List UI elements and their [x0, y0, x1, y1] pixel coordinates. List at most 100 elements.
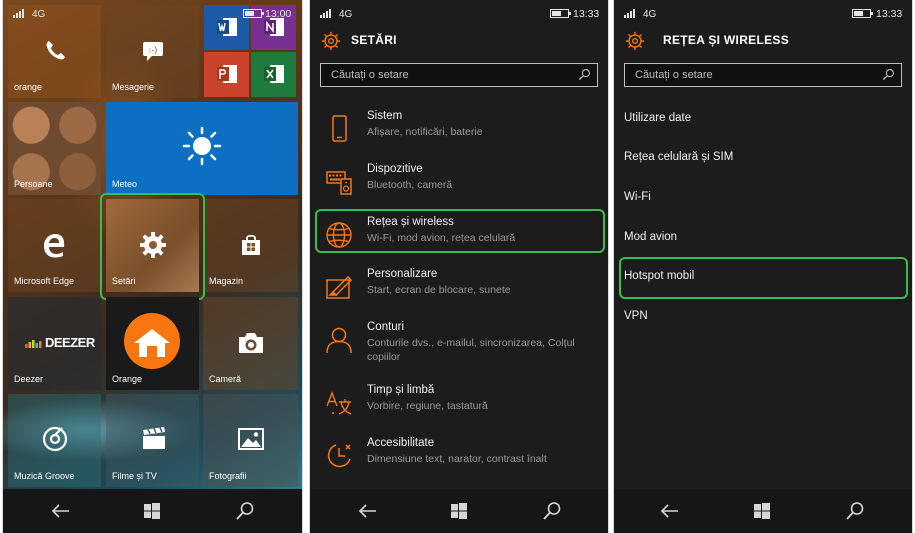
clock: 13:33 [876, 8, 903, 20]
nav-bar [614, 489, 912, 533]
settings-item-desc: Wi-Fi, mod avion, rețea celulară [367, 232, 516, 244]
status-bar: 4G 13:00 [3, 0, 302, 26]
settings-item-title: Conturi [367, 321, 405, 333]
paint-icon [326, 275, 353, 299]
sun-icon [182, 126, 222, 166]
network-item-data-usage[interactable]: Utilizare date [624, 112, 691, 124]
settings-item-title: Sistem [367, 110, 403, 122]
excel-icon [264, 65, 284, 83]
time-language-icon [326, 391, 352, 415]
settings-item-network[interactable]: Rețea și wireless Wi-Fi, mod avion, rețe… [310, 216, 608, 262]
clock: 13:00 [265, 8, 292, 20]
store-bag-icon [242, 234, 260, 255]
settings-item-title: Rețea și wireless [367, 216, 454, 228]
network-item-airplane-mode[interactable]: Mod avion [624, 231, 677, 243]
signal-icon [624, 9, 638, 18]
accessibility-icon [327, 444, 351, 468]
network-type: 4G [339, 9, 353, 20]
globe-icon [326, 222, 352, 248]
back-arrow-icon[interactable] [51, 501, 71, 521]
tile-label: Cameră [209, 374, 242, 384]
tile-excel[interactable] [251, 52, 296, 97]
search-input[interactable]: Căutați o setare [624, 63, 902, 87]
network-item-cellular-sim[interactable]: Rețea celulară și SIM [624, 151, 733, 163]
battery-icon [852, 9, 873, 18]
search-icon[interactable] [845, 501, 865, 521]
windows-icon[interactable] [449, 501, 469, 521]
tile-movies[interactable]: Filme și TV [106, 394, 199, 487]
tile-settings[interactable]: Setări [106, 199, 199, 292]
page-title: SETĂRI [351, 33, 397, 47]
windows-icon[interactable] [142, 501, 162, 521]
photo-icon [238, 428, 264, 450]
message-icon: :-) [143, 42, 163, 61]
phone-icon [332, 115, 347, 142]
settings-item-accessibility[interactable]: Accesibilitate Dimensiune text, narator,… [310, 437, 608, 483]
search-icon [578, 69, 590, 81]
tile-label: Mesagerie [112, 82, 155, 92]
tile-powerpoint[interactable] [204, 52, 249, 97]
tile-photos[interactable]: Fotografii [203, 394, 298, 487]
settings-item-title: Accesibilitate [367, 437, 435, 449]
tile-store[interactable]: Magazin [203, 199, 298, 292]
tile-label: Setări [112, 276, 136, 286]
tile-edge[interactable]: Microsoft Edge [8, 199, 101, 292]
settings-screen: 4G 13:33 SETĂRI Căutați o setare Sistem … [310, 0, 608, 533]
search-placeholder: Căutați o setare [331, 69, 409, 81]
camera-icon [239, 333, 263, 353]
battery-icon [243, 9, 264, 18]
tile-label: Muzică Groove [14, 471, 75, 481]
edge-icon [44, 234, 65, 258]
tile-label: Microsoft Edge [14, 276, 75, 286]
tile-people[interactable]: Persoane [8, 102, 101, 195]
settings-item-accounts[interactable]: Conturi Conturile dvs., e-mailul, sincro… [310, 321, 608, 381]
network-type: 4G [32, 9, 46, 20]
settings-item-title: Dispozitive [367, 163, 423, 175]
back-arrow-icon[interactable] [358, 501, 378, 521]
tile-label: orange [14, 82, 43, 92]
search-placeholder: Căutați o setare [635, 69, 713, 81]
orange-home-icon [124, 313, 180, 369]
network-item-mobile-hotspot[interactable]: Hotspot mobil [624, 270, 694, 282]
settings-item-system[interactable]: Sistem Afișare, notificări, baterie [310, 110, 608, 156]
tile-label: Deezer [14, 374, 44, 384]
deezer-logo-text: DEEZER [45, 335, 95, 350]
tile-camera[interactable]: Cameră [203, 297, 298, 390]
battery-icon [550, 9, 571, 18]
settings-item-title: Personalizare [367, 268, 438, 280]
back-arrow-icon[interactable] [660, 501, 680, 521]
settings-item-time-language[interactable]: Timp și limbă Vorbire, regiune, tastatur… [310, 384, 608, 430]
search-icon [882, 69, 894, 81]
gear-icon [140, 232, 166, 258]
groove-disc-icon [42, 426, 68, 452]
nav-bar [310, 489, 608, 533]
network-item-vpn[interactable]: VPN [624, 310, 648, 322]
tile-label: Persoane [14, 179, 53, 189]
search-icon[interactable] [235, 501, 255, 521]
network-item-wifi[interactable]: Wi-Fi [624, 191, 651, 203]
settings-item-personalization[interactable]: Personalizare Start, ecran de blocare, s… [310, 268, 608, 314]
settings-item-desc: Conturile dvs., e-mailul, sincronizarea,… [367, 337, 575, 349]
settings-item-devices[interactable]: Dispozitive Bluetooth, cameră [310, 163, 608, 209]
status-bar: 4G 13:33 [310, 0, 608, 26]
network-screen: 4G 13:33 REȚEA ȘI WIRELESS Căutați o set… [614, 0, 912, 533]
nav-bar [3, 489, 302, 533]
tile-orange[interactable]: Orange [106, 297, 199, 390]
tile-groove[interactable]: Muzică Groove [8, 394, 101, 487]
powerpoint-icon [217, 65, 237, 83]
phone-handset-icon [46, 41, 65, 60]
start-screen: 4G 13:00 orange :-) Mesagerie Persoane M… [3, 0, 302, 533]
tile-weather[interactable]: Meteo [106, 102, 298, 195]
windows-icon[interactable] [752, 501, 772, 521]
status-bar: 4G 13:33 [614, 0, 912, 26]
search-icon[interactable] [542, 501, 562, 521]
gear-icon [625, 31, 645, 51]
signal-icon [13, 9, 27, 18]
tile-label: Filme și TV [112, 471, 157, 481]
settings-item-title: Timp și limbă [367, 384, 435, 396]
clapperboard-icon [143, 427, 165, 449]
tile-deezer[interactable]: DEEZER Deezer [8, 297, 101, 390]
tile-label: Meteo [112, 179, 138, 189]
svg-text::-): :-) [149, 46, 158, 55]
search-input[interactable]: Căutați o setare [320, 63, 598, 87]
